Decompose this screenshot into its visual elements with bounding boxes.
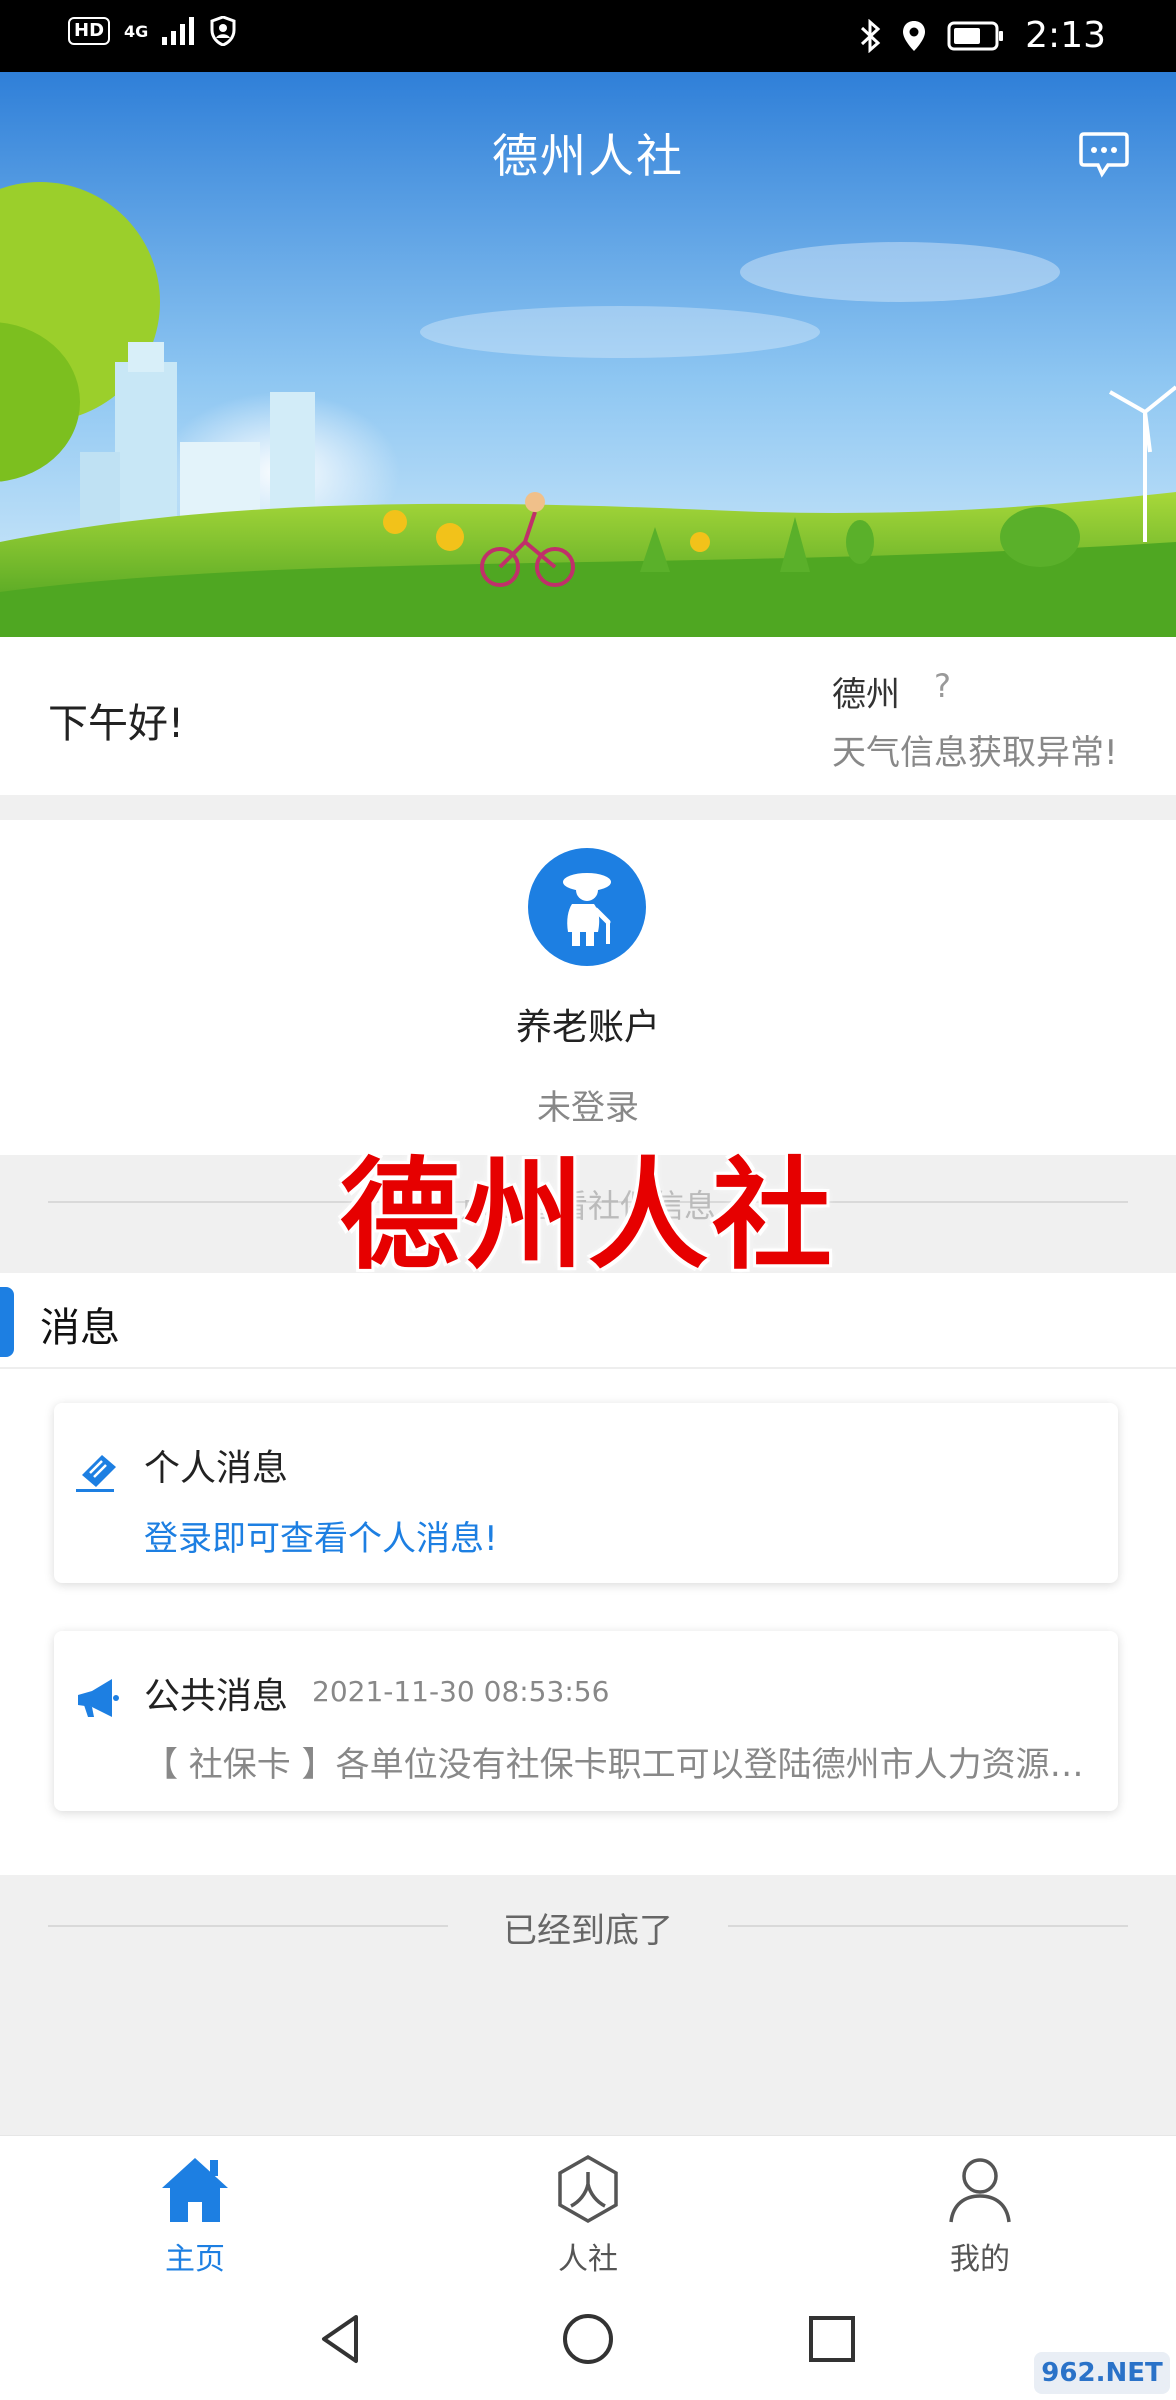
greeting-text: 下午好!	[48, 701, 185, 747]
greeting-card: 下午好! 德州 ? 天气信息获取异常!	[0, 637, 1176, 795]
message-center-button[interactable]	[1078, 130, 1130, 180]
clock: 2:13	[1025, 15, 1106, 56]
tab-renshe[interactable]: 人社	[498, 2146, 678, 2277]
shield-icon	[210, 16, 236, 46]
public-message-body: 【 社保卡 】各单位没有社保卡职工可以登陆德州市人力资源和社会保障局网站查询办理	[144, 1745, 1104, 1785]
tab-renshe-label: 人社	[558, 2242, 618, 2277]
signal-icon	[162, 17, 195, 45]
network-label: 4G	[124, 21, 149, 41]
tab-mine-label: 我的	[950, 2242, 1010, 2277]
end-of-list-text: 已经到底了	[503, 1911, 673, 1951]
renshe-icon	[558, 2154, 618, 2224]
watermark-overlay: 德州人社	[340, 1147, 836, 1286]
system-nav-bar	[0, 2285, 1176, 2400]
login-to-view-link[interactable]: 登录即可查看个人消息!	[144, 1511, 498, 1560]
public-message-date: 2021-11-30 08:53:56	[312, 1675, 610, 1708]
site-watermark-logo: 962.NET	[1034, 2352, 1170, 2394]
home-icon	[162, 2158, 228, 2222]
city-label[interactable]: 德州	[832, 667, 900, 716]
weather-message: 天气信息获取异常!	[832, 733, 1118, 773]
chat-icon	[1079, 132, 1129, 178]
status-bar: HD 4G 2:13	[0, 0, 1176, 72]
app-screen: HD 4G 2:13 德州人社 下午好! 德州 ? 天气信息获取异常! 养老账户…	[0, 0, 1176, 2400]
tab-mine[interactable]: 我的	[890, 2146, 1070, 2277]
public-message-card[interactable]: 公共消息 2021-11-30 08:53:56 【 社保卡 】各单位没有社保卡…	[54, 1631, 1118, 1811]
messages-section: 消息 个人消息 登录即可查看个人消息! 公共消息 2021-11-30 08:5…	[0, 1273, 1176, 1875]
back-icon[interactable]	[312, 2309, 372, 2369]
divider-right	[728, 1925, 1128, 1927]
pension-account-label: 养老账户	[515, 1007, 660, 1048]
recents-icon[interactable]	[802, 2309, 862, 2369]
bottom-tab-bar: 主页 人社 我的	[0, 2135, 1176, 2285]
weather-unknown-icon: ?	[934, 667, 951, 705]
location-icon	[903, 21, 926, 51]
section-accent-bar	[0, 1287, 14, 1357]
megaphone-icon	[78, 1679, 119, 1717]
personal-message-card[interactable]: 个人消息 登录即可查看个人消息!	[54, 1403, 1118, 1583]
personal-message-title: 个人消息	[144, 1448, 289, 1489]
user-icon	[949, 2158, 1011, 2223]
messages-title: 消息	[40, 1305, 120, 1351]
public-message-title: 公共消息	[144, 1676, 289, 1717]
pension-account-card[interactable]: 养老账户 未登录	[0, 820, 1176, 1155]
personal-message-icon	[76, 1455, 116, 1492]
elderly-person-icon	[528, 848, 646, 966]
app-title: 德州人社	[492, 129, 684, 183]
battery-icon	[947, 21, 1004, 51]
home-circle-icon[interactable]	[558, 2309, 618, 2369]
end-of-list: 已经到底了	[0, 1875, 1176, 2135]
tab-home-label: 主页	[165, 2242, 225, 2277]
messages-header: 消息	[0, 1273, 1176, 1369]
bluetooth-icon	[861, 19, 881, 53]
tab-home[interactable]: 主页	[105, 2146, 285, 2277]
hd-badge: HD	[68, 17, 111, 45]
